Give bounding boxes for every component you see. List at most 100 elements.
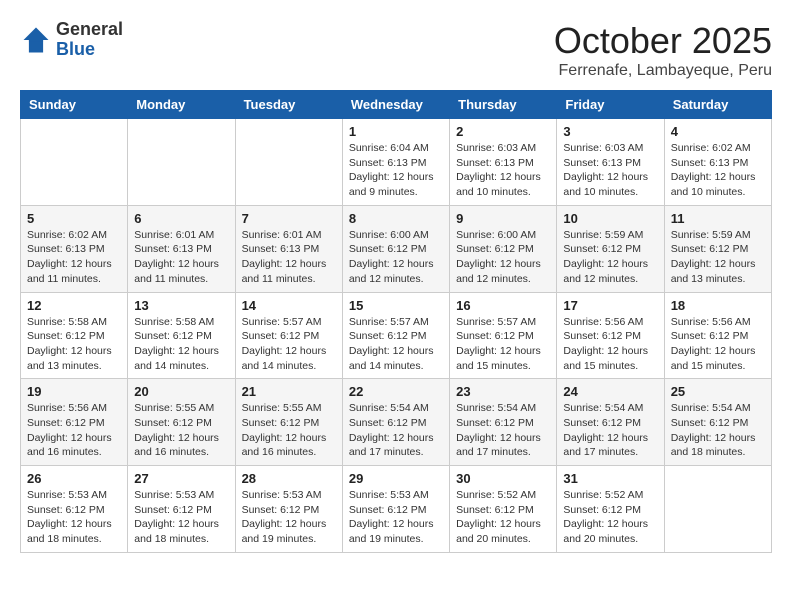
day-info: Sunrise: 6:02 AM Sunset: 6:13 PM Dayligh… <box>671 141 765 200</box>
day-number: 6 <box>134 211 228 226</box>
calendar-cell: 22 Sunrise: 5:54 AM Sunset: 6:12 PM Dayli… <box>342 379 449 466</box>
calendar-cell: 31 Sunrise: 5:52 AM Sunset: 6:12 PM Dayli… <box>557 466 664 553</box>
day-number: 10 <box>563 211 657 226</box>
calendar-cell: 28Sunrise: 5:53 AM Sunset: 6:12 PM Dayli… <box>235 466 342 553</box>
day-info: Sunrise: 5:54 AM Sunset: 6:12 PM Dayligh… <box>349 401 443 460</box>
calendar-table: SundayMondayTuesdayWednesdayThursdayFrid… <box>20 90 772 553</box>
week-row-3: 12Sunrise: 5:58 AM Sunset: 6:12 PM Dayli… <box>21 292 772 379</box>
calendar-cell: 18 Sunrise: 5:56 AM Sunset: 6:12 PM Dayli… <box>664 292 771 379</box>
calendar-cell: 2Sunrise: 6:03 AM Sunset: 6:13 PM Daylig… <box>450 119 557 206</box>
day-info: Sunrise: 5:54 AM Sunset: 6:12 PM Dayligh… <box>456 401 550 460</box>
calendar-cell: 23 Sunrise: 5:54 AM Sunset: 6:12 PM Dayli… <box>450 379 557 466</box>
day-info: Sunrise: 5:54 AM Sunset: 6:12 PM Dayligh… <box>563 401 657 460</box>
day-info: Sunrise: 5:57 AM Sunset: 6:12 PM Dayligh… <box>349 315 443 374</box>
calendar-cell: 5 Sunrise: 6:02 AM Sunset: 6:13 PM Daylig… <box>21 205 128 292</box>
day-number: 5 <box>27 211 121 226</box>
day-info: Sunrise: 6:01 AM Sunset: 6:13 PM Dayligh… <box>242 228 336 287</box>
calendar-cell: 10 Sunrise: 5:59 AM Sunset: 6:12 PM Dayli… <box>557 205 664 292</box>
day-info: Sunrise: 5:56 AM Sunset: 6:12 PM Dayligh… <box>27 401 121 460</box>
day-info: Sunrise: 6:03 AM Sunset: 6:13 PM Dayligh… <box>563 141 657 200</box>
weekday-header-row: SundayMondayTuesdayWednesdayThursdayFrid… <box>21 91 772 119</box>
day-info: Sunrise: 6:04 AM Sunset: 6:13 PM Dayligh… <box>349 141 443 200</box>
calendar-cell: 30 Sunrise: 5:52 AM Sunset: 6:12 PM Dayli… <box>450 466 557 553</box>
day-info: Sunrise: 5:53 AM Sunset: 6:12 PM Dayligh… <box>349 488 443 547</box>
day-number: 3 <box>563 124 657 139</box>
day-info: Sunrise: 5:52 AM Sunset: 6:12 PM Dayligh… <box>456 488 550 547</box>
calendar-cell: 8 Sunrise: 6:00 AM Sunset: 6:12 PM Daylig… <box>342 205 449 292</box>
calendar-cell: 7 Sunrise: 6:01 AM Sunset: 6:13 PM Daylig… <box>235 205 342 292</box>
weekday-header-saturday: Saturday <box>664 91 771 119</box>
month-title: October 2025 <box>554 20 772 62</box>
day-number: 7 <box>242 211 336 226</box>
day-number: 9 <box>456 211 550 226</box>
calendar-cell <box>235 119 342 206</box>
weekday-header-monday: Monday <box>128 91 235 119</box>
calendar-cell: 19 Sunrise: 5:56 AM Sunset: 6:12 PM Dayli… <box>21 379 128 466</box>
calendar-cell: 27Sunrise: 5:53 AM Sunset: 6:12 PM Dayli… <box>128 466 235 553</box>
calendar-cell: 4 Sunrise: 6:02 AM Sunset: 6:13 PM Daylig… <box>664 119 771 206</box>
day-number: 21 <box>242 384 336 399</box>
day-info: Sunrise: 5:55 AM Sunset: 6:12 PM Dayligh… <box>134 401 228 460</box>
logo-general: General <box>56 20 123 40</box>
day-number: 20 <box>134 384 228 399</box>
weekday-header-friday: Friday <box>557 91 664 119</box>
week-row-4: 19 Sunrise: 5:56 AM Sunset: 6:12 PM Dayli… <box>21 379 772 466</box>
day-number: 30 <box>456 471 550 486</box>
day-number: 15 <box>349 298 443 313</box>
logo: General Blue <box>20 20 123 60</box>
day-info: Sunrise: 5:53 AM Sunset: 6:12 PM Dayligh… <box>27 488 121 547</box>
day-number: 24 <box>563 384 657 399</box>
logo-blue: Blue <box>56 40 123 60</box>
day-number: 19 <box>27 384 121 399</box>
calendar-cell <box>21 119 128 206</box>
calendar-cell: 24 Sunrise: 5:54 AM Sunset: 6:12 PM Dayli… <box>557 379 664 466</box>
day-number: 12 <box>27 298 121 313</box>
day-info: Sunrise: 5:53 AM Sunset: 6:12 PM Dayligh… <box>134 488 228 547</box>
calendar-cell: 13Sunrise: 5:58 AM Sunset: 6:12 PM Dayli… <box>128 292 235 379</box>
day-info: Sunrise: 5:56 AM Sunset: 6:12 PM Dayligh… <box>563 315 657 374</box>
logo-icon <box>20 24 52 56</box>
day-info: Sunrise: 6:00 AM Sunset: 6:12 PM Dayligh… <box>349 228 443 287</box>
day-number: 4 <box>671 124 765 139</box>
calendar-cell: 20 Sunrise: 5:55 AM Sunset: 6:12 PM Dayli… <box>128 379 235 466</box>
calendar-cell: 12Sunrise: 5:58 AM Sunset: 6:12 PM Dayli… <box>21 292 128 379</box>
week-row-2: 5 Sunrise: 6:02 AM Sunset: 6:13 PM Daylig… <box>21 205 772 292</box>
day-info: Sunrise: 5:56 AM Sunset: 6:12 PM Dayligh… <box>671 315 765 374</box>
day-info: Sunrise: 5:57 AM Sunset: 6:12 PM Dayligh… <box>456 315 550 374</box>
day-info: Sunrise: 5:52 AM Sunset: 6:12 PM Dayligh… <box>563 488 657 547</box>
location: Ferrenafe, Lambayeque, Peru <box>554 62 772 80</box>
weekday-header-tuesday: Tuesday <box>235 91 342 119</box>
day-number: 17 <box>563 298 657 313</box>
day-number: 29 <box>349 471 443 486</box>
logo-text: General Blue <box>56 20 123 60</box>
week-row-1: 1Sunrise: 6:04 AM Sunset: 6:13 PM Daylig… <box>21 119 772 206</box>
day-info: Sunrise: 6:01 AM Sunset: 6:13 PM Dayligh… <box>134 228 228 287</box>
day-number: 25 <box>671 384 765 399</box>
day-info: Sunrise: 5:59 AM Sunset: 6:12 PM Dayligh… <box>671 228 765 287</box>
day-info: Sunrise: 5:54 AM Sunset: 6:12 PM Dayligh… <box>671 401 765 460</box>
calendar-cell: 3 Sunrise: 6:03 AM Sunset: 6:13 PM Daylig… <box>557 119 664 206</box>
day-info: Sunrise: 5:57 AM Sunset: 6:12 PM Dayligh… <box>242 315 336 374</box>
calendar-cell: 1Sunrise: 6:04 AM Sunset: 6:13 PM Daylig… <box>342 119 449 206</box>
day-number: 8 <box>349 211 443 226</box>
calendar-cell: 25 Sunrise: 5:54 AM Sunset: 6:12 PM Dayli… <box>664 379 771 466</box>
day-info: Sunrise: 6:02 AM Sunset: 6:13 PM Dayligh… <box>27 228 121 287</box>
day-number: 2 <box>456 124 550 139</box>
day-number: 31 <box>563 471 657 486</box>
calendar-cell: 16 Sunrise: 5:57 AM Sunset: 6:12 PM Dayli… <box>450 292 557 379</box>
page-header: General Blue October 2025 Ferrenafe, Lam… <box>20 20 772 80</box>
weekday-header-wednesday: Wednesday <box>342 91 449 119</box>
day-info: Sunrise: 5:53 AM Sunset: 6:12 PM Dayligh… <box>242 488 336 547</box>
day-number: 18 <box>671 298 765 313</box>
day-number: 22 <box>349 384 443 399</box>
day-info: Sunrise: 5:59 AM Sunset: 6:12 PM Dayligh… <box>563 228 657 287</box>
weekday-header-sunday: Sunday <box>21 91 128 119</box>
day-number: 16 <box>456 298 550 313</box>
calendar-cell: 29 Sunrise: 5:53 AM Sunset: 6:12 PM Dayli… <box>342 466 449 553</box>
calendar-cell: 11Sunrise: 5:59 AM Sunset: 6:12 PM Dayli… <box>664 205 771 292</box>
day-number: 26 <box>27 471 121 486</box>
calendar-cell: 15 Sunrise: 5:57 AM Sunset: 6:12 PM Dayli… <box>342 292 449 379</box>
day-info: Sunrise: 6:00 AM Sunset: 6:12 PM Dayligh… <box>456 228 550 287</box>
weekday-header-thursday: Thursday <box>450 91 557 119</box>
day-number: 23 <box>456 384 550 399</box>
